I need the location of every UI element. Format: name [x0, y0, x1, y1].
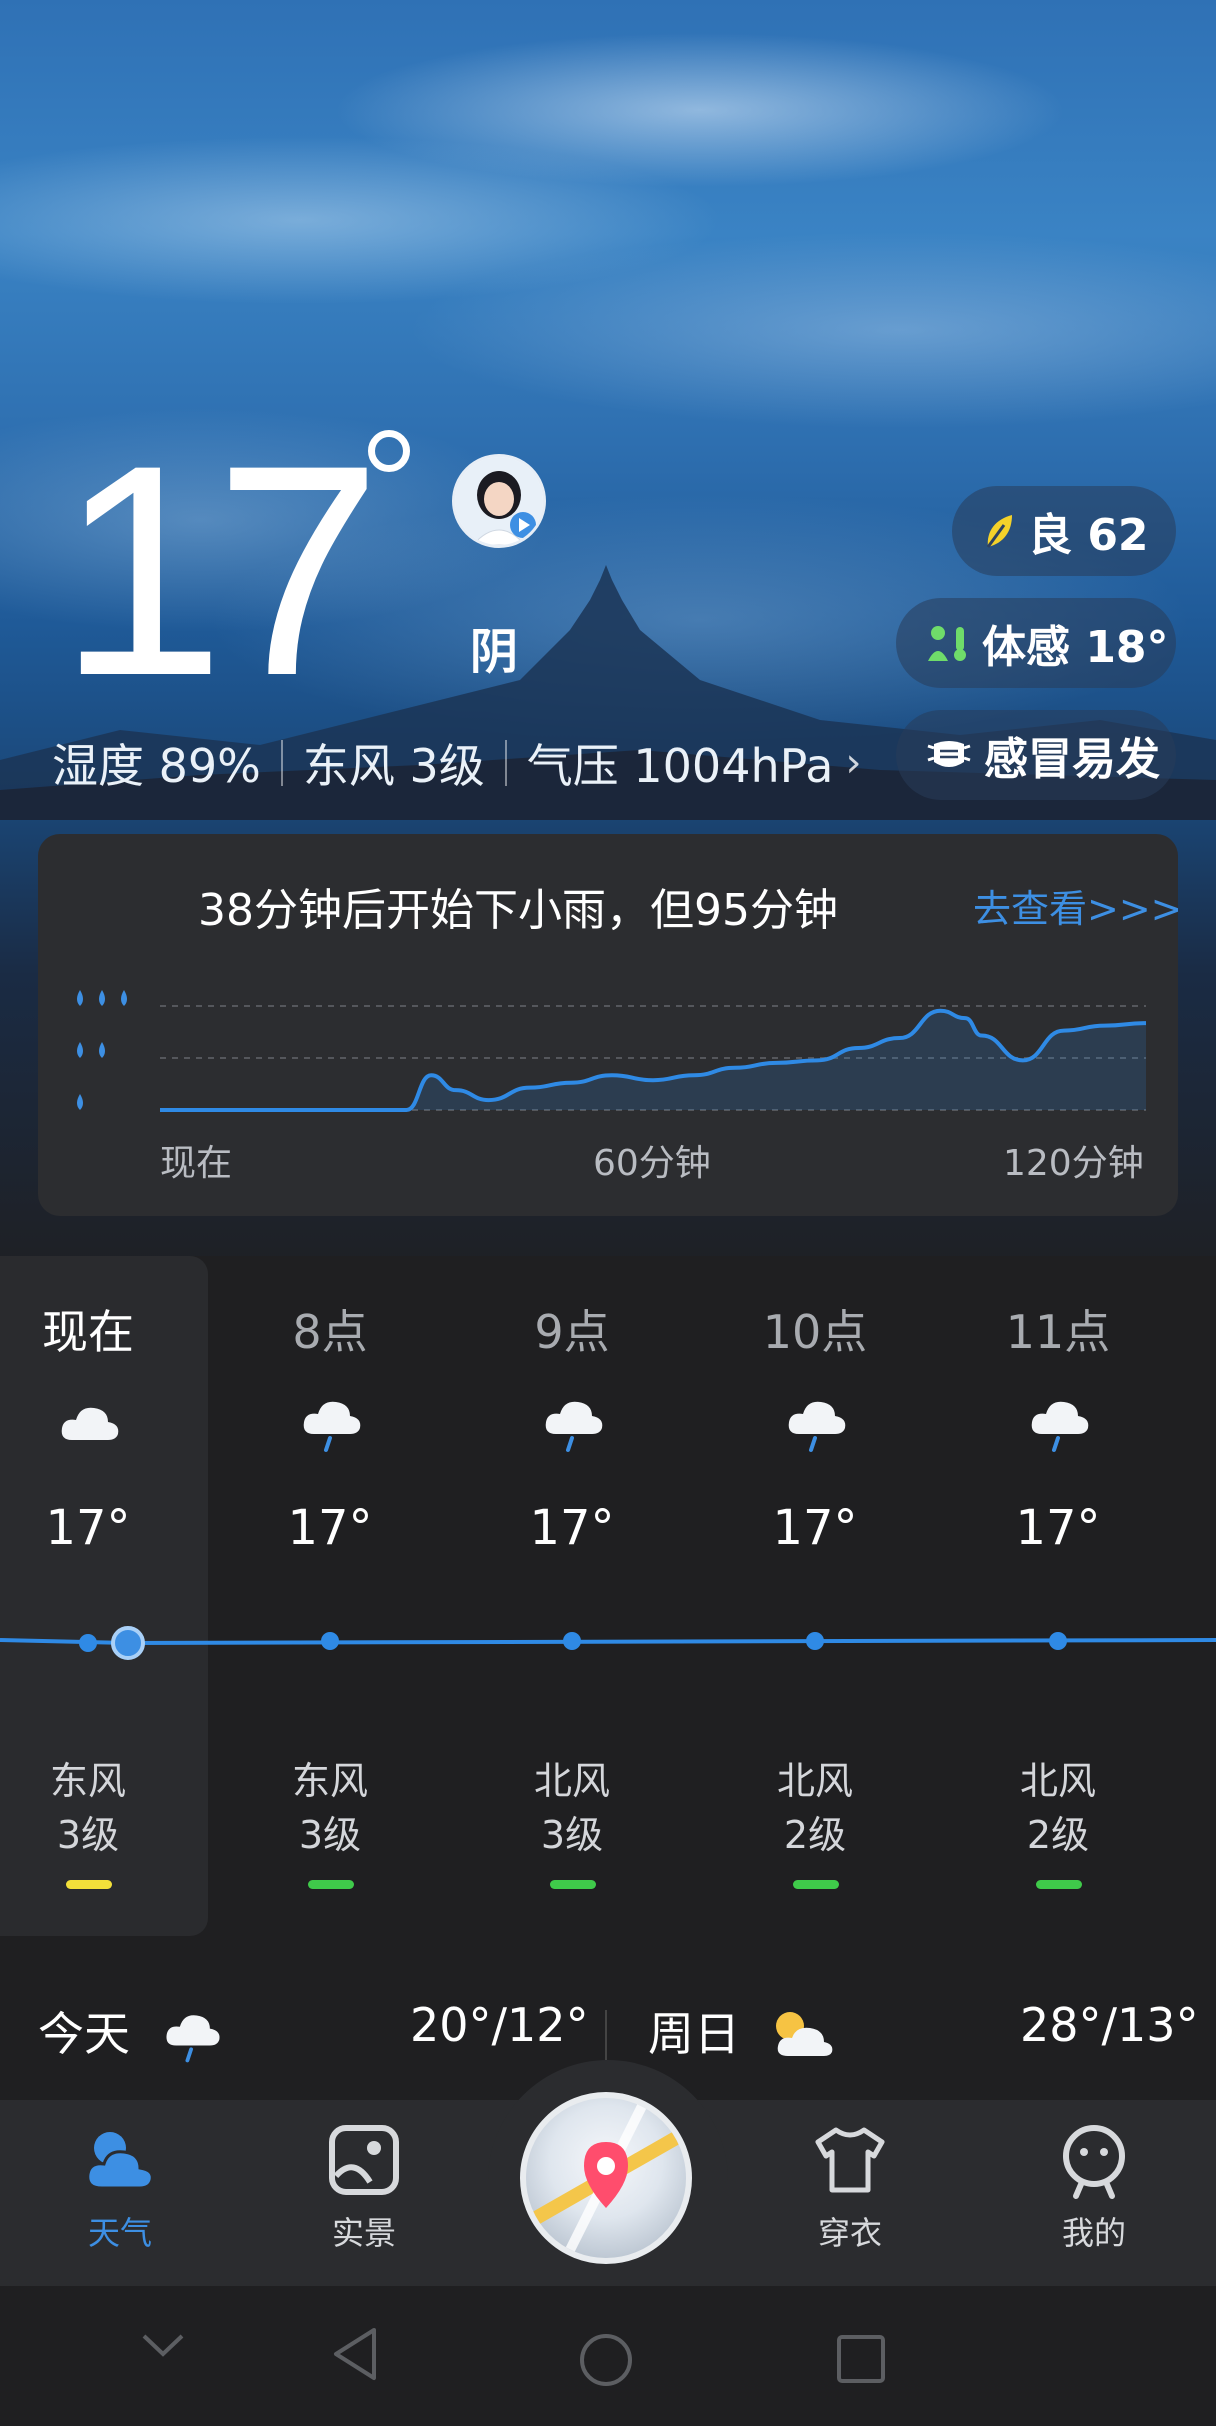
home-icon[interactable]	[578, 2332, 634, 2388]
hour-temperature: 17°	[287, 1500, 373, 1556]
day-temp-range: 20°/12°	[410, 1998, 589, 2052]
partly-cloudy-icon	[776, 2012, 833, 2056]
humidity-text: 湿度 89%	[52, 739, 261, 793]
hour-wind-level: 3级	[298, 1813, 362, 1857]
nav-weather-label: 天气	[87, 2214, 152, 2252]
light-rain-icon	[1031, 1401, 1089, 1452]
wind-text: 东风 3级	[302, 739, 485, 793]
hour-wind-direction: 北风	[776, 1759, 853, 1803]
hour-temperature: 17°	[529, 1500, 615, 1556]
hour-time: 现在	[42, 1305, 134, 1359]
recents-icon[interactable]	[836, 2334, 886, 2384]
day-temp-range: 28°/13°	[1020, 1998, 1199, 2052]
feels-like-text: 体感 18°	[982, 622, 1169, 673]
hour-wind-direction: 北风	[1019, 1759, 1096, 1803]
conditions-row[interactable]: 湿度 89% 东风 3级 气压 1004hPa ›	[52, 730, 861, 796]
assistant-avatar[interactable]	[452, 454, 546, 548]
light-rain-icon	[788, 1401, 846, 1452]
photo-icon	[329, 2125, 399, 2195]
shirt-icon	[815, 2127, 885, 2193]
light-rain-icon	[303, 1401, 361, 1452]
hour-time: 11点	[1005, 1305, 1111, 1359]
divider	[605, 2010, 607, 2060]
degree-symbol	[368, 430, 410, 472]
air-quality-bar	[66, 1880, 112, 1889]
current-temperature: 17	[58, 402, 382, 738]
hour-temperature: 17°	[772, 1500, 858, 1556]
axis-label-now: 现在	[160, 1143, 233, 1184]
back-icon[interactable]	[330, 2326, 380, 2382]
hour-wind-level: 2级	[783, 1813, 847, 1857]
precipitation-area	[160, 1010, 1146, 1110]
light-rain-icon	[166, 2015, 220, 2063]
hour-time: 8点	[292, 1305, 368, 1359]
trend-point	[321, 1632, 339, 1650]
light-rain-icon	[545, 1401, 603, 1452]
trend-point	[806, 1632, 824, 1650]
aqi-text: 良 62	[1028, 510, 1149, 561]
hour-wind-level: 3级	[56, 1813, 120, 1857]
profile-icon	[1063, 2125, 1125, 2199]
trend-point	[1049, 1632, 1067, 1650]
weather-icon	[86, 2132, 154, 2190]
hour-time: 9点	[534, 1305, 610, 1359]
nav-scene-label: 实景	[331, 2214, 396, 2252]
axis-label-120: 120分钟	[1003, 1143, 1144, 1184]
precipitation-card[interactable]: 38分钟后开始下小雨，但95分钟 去查看>>> 现在 60分钟 120分钟	[38, 834, 1178, 1216]
nav-mine-label: 我的	[1061, 2214, 1126, 2252]
health-tip-pill[interactable]: 感冒易发	[896, 710, 1176, 800]
air-quality-bar	[550, 1880, 596, 1889]
location-map-button[interactable]	[520, 2092, 692, 2264]
hour-wind-direction: 东风	[291, 1759, 368, 1803]
axis-label-60: 60分钟	[593, 1143, 711, 1184]
current-trend-point	[111, 1626, 145, 1660]
leaf-icon	[982, 511, 1016, 551]
mask-icon	[926, 738, 972, 772]
air-quality-bar	[1036, 1880, 1082, 1889]
feels-like-pill[interactable]: 体感 18°	[896, 598, 1176, 688]
health-tip-text: 感冒易发	[984, 734, 1160, 785]
nav-scene[interactable]: 实景	[284, 2120, 444, 2254]
weather-condition: 阴	[470, 624, 519, 680]
chevron-down-icon[interactable]	[140, 2330, 186, 2360]
thermometer-person-icon	[926, 623, 970, 663]
day-label: 今天	[38, 2007, 130, 2061]
hour-wind-direction: 东风	[49, 1759, 126, 1803]
nav-clothing-label: 穿衣	[817, 2214, 882, 2252]
air-quality-bar	[308, 1880, 354, 1889]
hour-time: 10点	[762, 1305, 868, 1359]
chevron-right-icon: ›	[845, 740, 862, 786]
day-label: 周日	[648, 2007, 740, 2061]
air-quality-bar	[793, 1880, 839, 1889]
hour-wind-level: 3级	[540, 1813, 604, 1857]
temperature-trend-line	[0, 1626, 1216, 1660]
trend-point	[79, 1634, 97, 1652]
divider	[504, 740, 507, 786]
trend-point	[563, 1632, 581, 1650]
nav-mine[interactable]: 我的	[1014, 2120, 1174, 2254]
aqi-pill[interactable]: 良 62	[952, 486, 1176, 576]
divider	[280, 740, 283, 786]
hour-wind-direction: 北风	[533, 1759, 610, 1803]
pressure-text: 气压 1004hPa	[526, 739, 834, 793]
hour-temperature: 17°	[45, 1500, 131, 1556]
hour-wind-level: 2级	[1026, 1813, 1090, 1857]
hour-temperature: 17°	[1015, 1500, 1101, 1556]
cloudy-icon	[61, 1407, 119, 1440]
nav-weather[interactable]: 天气	[40, 2120, 200, 2254]
nav-clothing[interactable]: 穿衣	[770, 2120, 930, 2254]
